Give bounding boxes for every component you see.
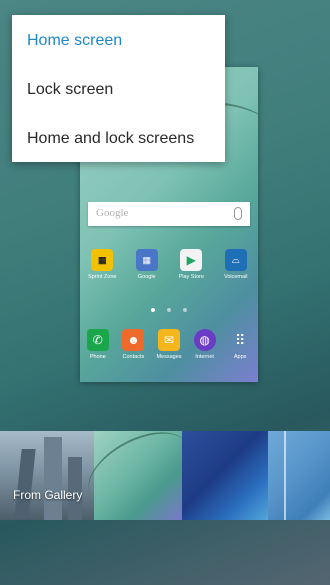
app-label: Play Store xyxy=(178,274,204,280)
building-shape xyxy=(14,449,36,519)
sprint-zone-icon: ▦ xyxy=(91,249,114,271)
wallpaper-thumbnail[interactable] xyxy=(182,431,268,520)
wallpaper-strip: From Gallery xyxy=(0,431,330,520)
page-dot xyxy=(183,308,187,312)
microphone-icon xyxy=(234,207,242,220)
from-gallery-label: From Gallery xyxy=(13,488,83,502)
page-dot xyxy=(151,308,155,312)
menu-item-home-and-lock-screens[interactable]: Home and lock screens xyxy=(27,130,194,148)
app-label: Phone xyxy=(89,354,106,360)
building-shape xyxy=(44,437,62,520)
app-row-top: ▦ Sprint Zone ▦ Google ▶ Play Store ⌓ Vo… xyxy=(80,249,258,280)
menu-item-lock-screen[interactable]: Lock screen xyxy=(27,81,113,99)
app-messages: ✉ Messages xyxy=(151,329,187,360)
app-phone: ✆ Phone xyxy=(80,329,116,360)
app-label: Contacts xyxy=(122,354,145,360)
page-indicator xyxy=(80,308,258,312)
app-voicemail: ⌓ Voicemail xyxy=(217,249,255,280)
app-contacts: ☻ Contacts xyxy=(116,329,152,360)
app-label: Messages xyxy=(156,354,182,360)
search-placeholder: Google xyxy=(96,207,129,219)
app-label: Sprint Zone xyxy=(88,274,117,280)
voicemail-icon: ⌓ xyxy=(224,249,247,271)
app-label: Internet xyxy=(195,354,214,360)
wallpaper-thumbnail[interactable] xyxy=(75,431,203,520)
wallpaper-target-menu: Home screen Lock screen Home and lock sc… xyxy=(12,15,225,162)
app-sprint-zone: ▦ Sprint Zone xyxy=(83,249,121,280)
app-dock: ✆ Phone ☻ Contacts ✉ Messages ◍ Internet… xyxy=(80,329,258,360)
apps-grid-icon: ⠿ xyxy=(235,331,246,348)
play-store-icon: ▶ xyxy=(180,249,203,271)
internet-icon: ◍ xyxy=(193,329,216,351)
app-play-store: ▶ Play Store xyxy=(172,249,210,280)
app-label: Apps xyxy=(233,354,247,360)
app-label: Google xyxy=(137,274,156,280)
messages-icon: ✉ xyxy=(157,329,180,351)
menu-item-home-screen[interactable]: Home screen xyxy=(27,32,122,50)
app-internet: ◍ Internet xyxy=(187,329,223,360)
google-search-bar: Google xyxy=(88,202,250,226)
google-folder-icon: ▦ xyxy=(135,249,158,271)
app-apps: ⠿ Apps xyxy=(222,329,258,361)
from-gallery-tile[interactable]: From Gallery xyxy=(0,431,94,520)
app-label: Voicemail xyxy=(223,274,248,280)
app-google: ▦ Google xyxy=(128,249,166,280)
page-dot xyxy=(167,308,171,312)
contacts-icon: ☻ xyxy=(122,329,145,351)
wallpaper-thumbnail[interactable] xyxy=(268,431,330,520)
wallpaper-line xyxy=(284,431,286,520)
phone-icon: ✆ xyxy=(86,329,109,351)
